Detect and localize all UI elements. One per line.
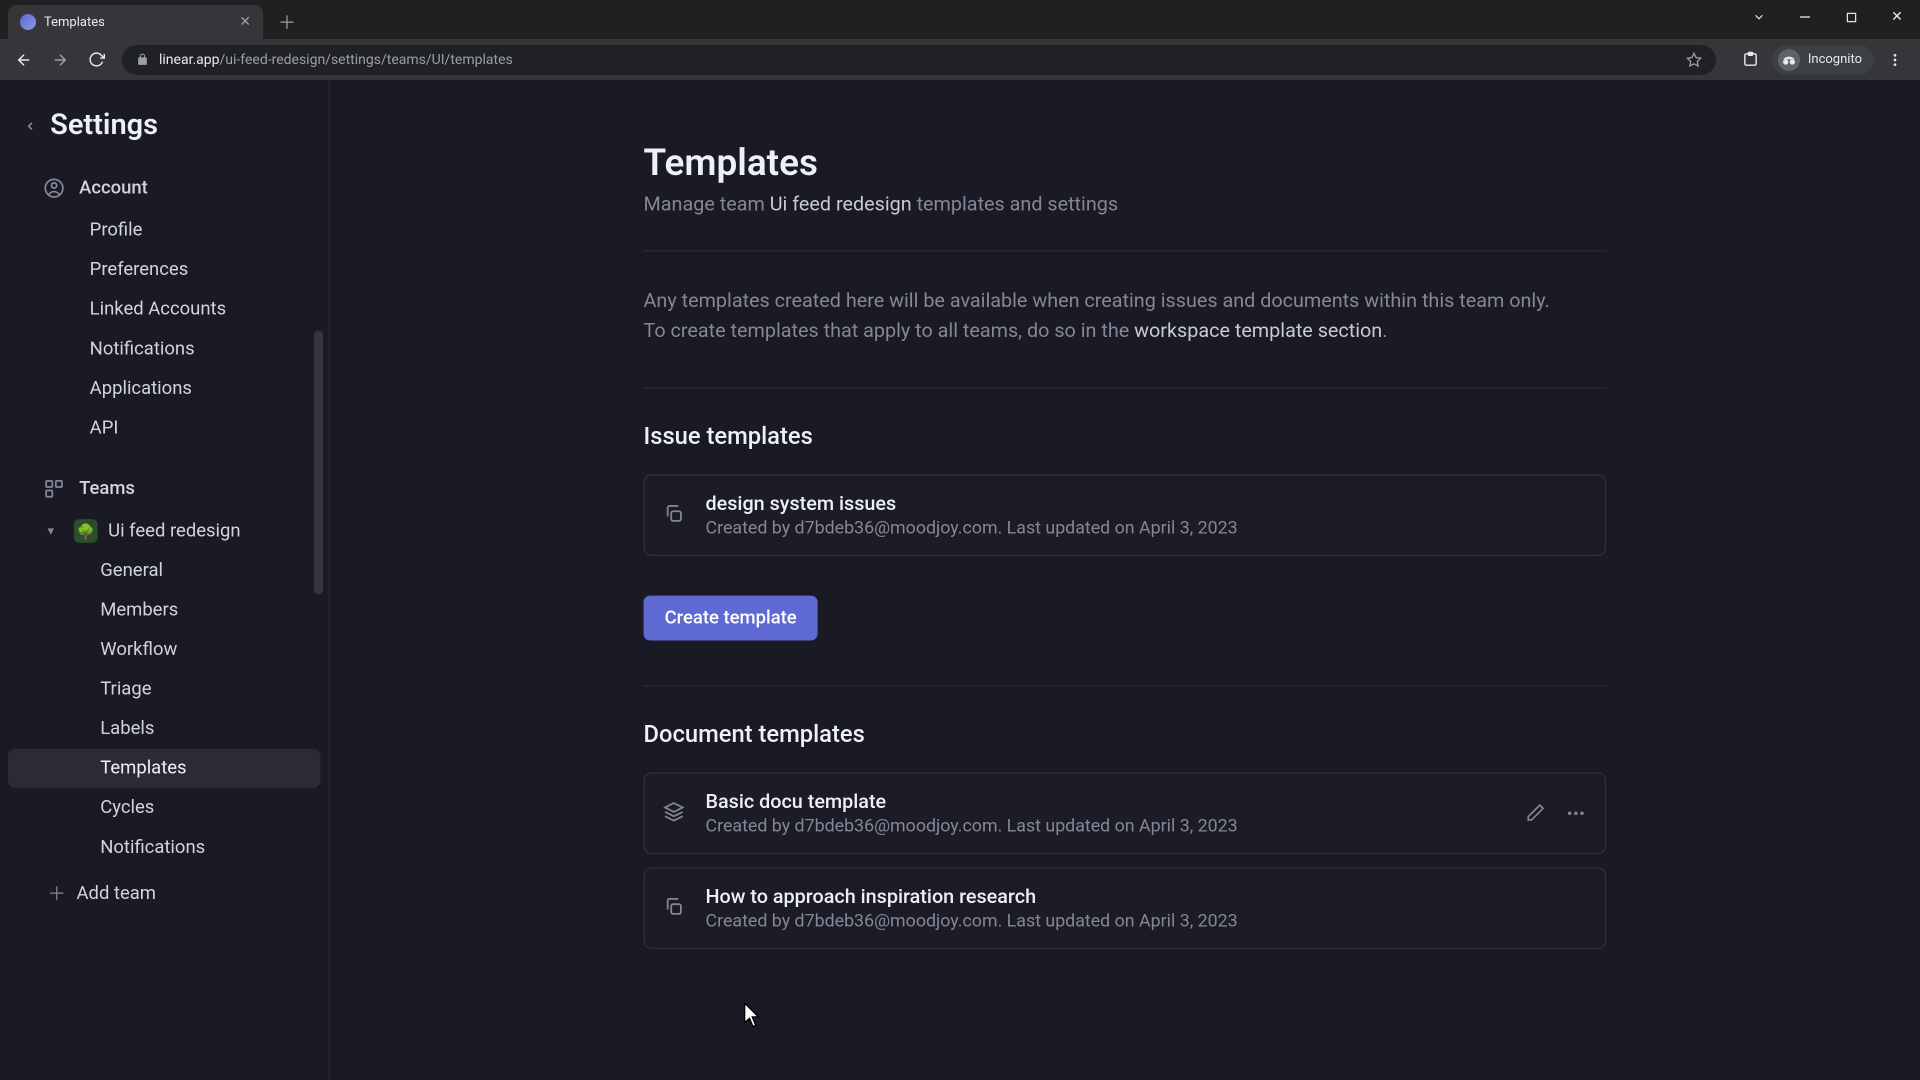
settings-main: Templates Manage team Ui feed redesign t… bbox=[330, 80, 1920, 1080]
sidebar-item-applications[interactable]: Applications bbox=[8, 369, 321, 409]
template-meta: Created by d7bdeb36@moodjoy.com. Last up… bbox=[706, 815, 1508, 836]
page-subtitle: Manage team Ui feed redesign templates a… bbox=[644, 192, 1607, 216]
sidebar-item-templates[interactable]: Templates bbox=[8, 749, 321, 789]
sidebar-item-preferences[interactable]: Preferences bbox=[8, 250, 321, 290]
tab-strip: Templates ✕ ＋ ✕ bbox=[0, 0, 1920, 39]
template-meta: Created by d7bdeb36@moodjoy.com. Last up… bbox=[706, 910, 1587, 931]
account-icon bbox=[42, 176, 66, 200]
caret-down-icon[interactable]: ▾ bbox=[47, 524, 63, 539]
lock-icon bbox=[136, 53, 149, 66]
new-tab-button[interactable]: ＋ bbox=[273, 8, 301, 36]
sidebar-item-api[interactable]: API bbox=[8, 408, 321, 448]
sidebar-section-teams[interactable]: Teams bbox=[0, 466, 328, 511]
sidebar-item-general[interactable]: General bbox=[8, 551, 321, 591]
close-tab-icon[interactable]: ✕ bbox=[239, 14, 251, 30]
more-icon[interactable] bbox=[1565, 802, 1586, 823]
sidebar-section-account[interactable]: Account bbox=[0, 166, 328, 211]
incognito-badge[interactable]: Incognito bbox=[1772, 45, 1874, 75]
linear-favicon bbox=[20, 14, 36, 30]
account-label: Account bbox=[79, 178, 148, 199]
sidebar-item-members[interactable]: Members bbox=[8, 590, 321, 630]
page-title: Templates bbox=[644, 141, 1607, 185]
template-title: design system issues bbox=[706, 491, 1587, 515]
url-bar[interactable]: linear.app/ui-feed-redesign/settings/tea… bbox=[122, 45, 1716, 75]
sidebar-item-workflow[interactable]: Workflow bbox=[8, 630, 321, 670]
window-controls: ✕ bbox=[1736, 0, 1920, 34]
sidebar-item-labels[interactable]: Labels bbox=[8, 709, 321, 749]
workspace-template-link[interactable]: workspace template section bbox=[1134, 319, 1382, 343]
tabs-dropdown-icon[interactable] bbox=[1736, 0, 1782, 34]
incognito-icon bbox=[1778, 49, 1800, 71]
browser-tab[interactable]: Templates ✕ bbox=[8, 5, 263, 39]
issue-templates-heading: Issue templates bbox=[644, 422, 1607, 450]
sidebar-team-row[interactable]: ▾ 🌳 Ui feed redesign bbox=[0, 511, 328, 551]
template-meta: Created by d7bdeb36@moodjoy.com. Last up… bbox=[706, 517, 1587, 538]
page-info-text: Any templates created here will be avail… bbox=[644, 286, 1607, 347]
incognito-label: Incognito bbox=[1808, 52, 1862, 67]
browser-toolbar: linear.app/ui-feed-redesign/settings/tea… bbox=[0, 39, 1920, 80]
browser-menu-icon[interactable] bbox=[1878, 43, 1912, 77]
plus-icon: ＋ bbox=[47, 880, 63, 906]
create-template-button[interactable]: Create template bbox=[644, 595, 818, 640]
team-name: Ui feed redesign bbox=[108, 520, 240, 541]
browser-reload-button[interactable] bbox=[80, 44, 112, 76]
browser-chrome: Templates ✕ ＋ ✕ linear.app/ui-feed-redes… bbox=[0, 0, 1920, 80]
minimize-window-icon[interactable] bbox=[1782, 0, 1828, 34]
template-card[interactable]: Basic docu templateCreated by d7bdeb36@m… bbox=[644, 772, 1607, 854]
document-templates-heading: Document templates bbox=[644, 720, 1607, 748]
tab-title: Templates bbox=[44, 15, 105, 30]
maximize-window-icon[interactable] bbox=[1828, 0, 1874, 34]
edit-icon[interactable] bbox=[1526, 802, 1547, 823]
bookmark-icon[interactable] bbox=[1686, 52, 1702, 68]
extensions-icon[interactable] bbox=[1734, 43, 1768, 77]
teams-icon bbox=[42, 477, 66, 501]
add-team-label: Add team bbox=[76, 883, 156, 904]
sidebar-item-notifications[interactable]: Notifications bbox=[8, 828, 321, 868]
template-icon bbox=[663, 801, 687, 825]
sidebar-item-cycles[interactable]: Cycles bbox=[8, 788, 321, 828]
team-avatar: 🌳 bbox=[74, 519, 98, 543]
template-icon bbox=[663, 503, 687, 527]
template-card[interactable]: design system issuesCreated by d7bdeb36@… bbox=[644, 474, 1607, 556]
template-title: How to approach inspiration research bbox=[706, 884, 1587, 908]
settings-header[interactable]: Settings bbox=[0, 93, 328, 166]
sidebar-item-linked-accounts[interactable]: Linked Accounts bbox=[8, 290, 321, 330]
template-title: Basic docu template bbox=[706, 789, 1508, 813]
sidebar-item-profile[interactable]: Profile bbox=[8, 211, 321, 251]
close-window-icon[interactable]: ✕ bbox=[1874, 0, 1920, 34]
back-chevron-icon[interactable] bbox=[24, 116, 37, 134]
template-card[interactable]: How to approach inspiration researchCrea… bbox=[644, 867, 1607, 949]
add-team-button[interactable]: ＋ Add team bbox=[0, 867, 328, 920]
browser-forward-button[interactable] bbox=[44, 44, 76, 76]
sidebar-item-notifications[interactable]: Notifications bbox=[8, 329, 321, 369]
teams-label: Teams bbox=[79, 478, 135, 499]
settings-sidebar: Settings Account ProfilePreferencesLinke… bbox=[0, 80, 330, 1080]
sidebar-item-triage[interactable]: Triage bbox=[8, 669, 321, 709]
settings-title: Settings bbox=[50, 109, 158, 142]
browser-back-button[interactable] bbox=[8, 44, 40, 76]
url-text: linear.app/ui-feed-redesign/settings/tea… bbox=[159, 52, 513, 68]
template-icon bbox=[663, 896, 687, 920]
sidebar-scrollbar[interactable] bbox=[314, 331, 323, 898]
